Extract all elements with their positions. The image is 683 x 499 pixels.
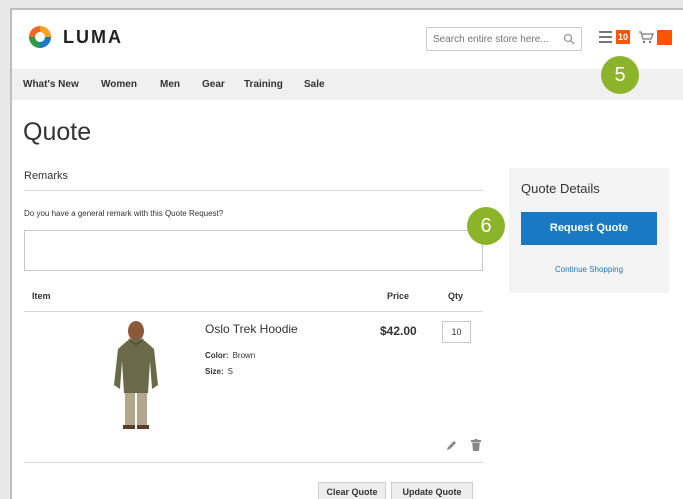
color-value: Brown	[232, 351, 256, 360]
quote-details-title: Quote Details	[521, 181, 600, 196]
product-color-attribute: Color: Brown	[205, 351, 255, 360]
page-title: Quote	[23, 118, 92, 146]
step-marker-6: 6	[467, 207, 505, 245]
browser-frame: LUMA 10 5 What's New Women Men Gear Trai…	[10, 8, 683, 499]
remarks-title: Remarks	[24, 170, 69, 182]
product-price: $42.00	[380, 324, 417, 338]
luma-logo-mark-icon	[28, 25, 52, 49]
clear-quote-button[interactable]: Clear Quote	[318, 482, 386, 499]
color-label: Color:	[205, 351, 229, 360]
trash-icon[interactable]	[471, 439, 481, 451]
search-icon[interactable]	[563, 33, 575, 45]
quote-count-badge[interactable]: 10	[616, 30, 630, 44]
column-header-price: Price	[387, 291, 410, 301]
nav-item-training[interactable]: Training	[244, 79, 283, 90]
nav-item-whats-new[interactable]: What's New	[23, 79, 79, 90]
size-label: Size:	[205, 367, 224, 376]
request-quote-button[interactable]: Request Quote	[521, 212, 657, 245]
remarks-divider	[24, 190, 483, 191]
page-header: LUMA 10	[12, 10, 683, 67]
table-header-divider	[24, 311, 483, 312]
cart-count-badge[interactable]	[657, 30, 672, 45]
search-input[interactable]	[427, 28, 555, 50]
nav-item-sale[interactable]: Sale	[304, 79, 325, 90]
main-navigation: What's New Women Men Gear Training Sale	[12, 69, 683, 100]
size-value: S	[227, 367, 234, 376]
step-marker-5: 5	[601, 56, 639, 94]
luma-logo[interactable]: LUMA	[28, 25, 123, 49]
quote-list-icon[interactable]	[599, 31, 612, 43]
nav-item-gear[interactable]: Gear	[202, 79, 225, 90]
nav-item-women[interactable]: Women	[101, 79, 137, 90]
product-image-oslo-trek-hoodie[interactable]	[94, 319, 178, 431]
product-size-attribute: Size: S	[205, 367, 233, 376]
column-header-item: Item	[32, 291, 51, 301]
remarks-question: Do you have a general remark with this Q…	[24, 209, 224, 218]
quantity-input[interactable]: 10	[442, 321, 471, 343]
continue-shopping-link[interactable]: Continue Shopping	[509, 265, 669, 274]
cart-icon[interactable]	[638, 30, 654, 44]
product-name-link[interactable]: Oslo Trek Hoodie	[205, 322, 298, 336]
brand-name: LUMA	[63, 26, 123, 47]
edit-pencil-icon[interactable]	[446, 440, 457, 451]
search-box[interactable]	[426, 27, 582, 51]
quote-details-panel: Quote Details Request Quote Continue Sho…	[509, 168, 669, 293]
remarks-textarea[interactable]	[24, 230, 483, 271]
nav-item-men[interactable]: Men	[160, 79, 180, 90]
update-quote-button[interactable]: Update Quote	[391, 482, 473, 499]
item-row-divider	[24, 462, 483, 463]
column-header-qty: Qty	[448, 291, 464, 301]
